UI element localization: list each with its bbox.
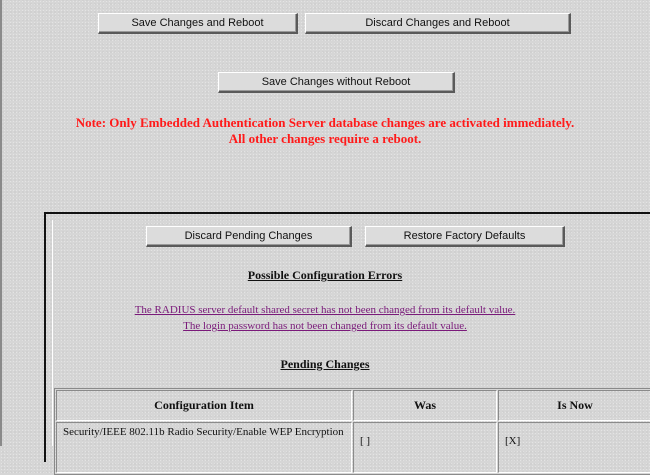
panel-inner-edge (52, 220, 53, 446)
table-header-row: Configuration Item Was Is Now (56, 390, 650, 421)
table-row: Security/IEEE 802.11b Radio Security/Ena… (56, 422, 650, 473)
configuration-errors-heading: Possible Configuration Errors (247, 268, 403, 282)
column-header-configuration-item: Configuration Item (56, 390, 352, 421)
reboot-note-line1: Note: Only Embedded Authentication Serve… (75, 115, 575, 130)
save-and-reboot-button[interactable]: Save Changes and Reboot (98, 13, 298, 34)
pending-changes-heading: Pending Changes (280, 357, 370, 371)
restore-factory-defaults-button[interactable]: Restore Factory Defaults (365, 226, 565, 247)
reboot-note-line2: All other changes require a reboot. (228, 131, 422, 146)
was-value-cell: [ ] (353, 422, 497, 473)
frame-edge (0, 0, 2, 446)
column-header-is-now: Is Now (498, 390, 650, 421)
login-password-error-link[interactable]: The login password has not been changed … (0, 320, 650, 332)
column-header-was: Was (353, 390, 497, 421)
configuration-item-cell: Security/IEEE 802.11b Radio Security/Ena… (56, 422, 352, 473)
discard-pending-changes-button[interactable]: Discard Pending Changes (146, 226, 352, 247)
is-now-value-cell: [X] (498, 422, 650, 473)
radius-secret-error-link[interactable]: The RADIUS server default shared secret … (0, 304, 650, 316)
save-without-reboot-button[interactable]: Save Changes without Reboot (218, 72, 455, 93)
pending-changes-table: Configuration Item Was Is Now Security/I… (54, 388, 650, 475)
discard-and-reboot-button[interactable]: Discard Changes and Reboot (305, 13, 571, 34)
